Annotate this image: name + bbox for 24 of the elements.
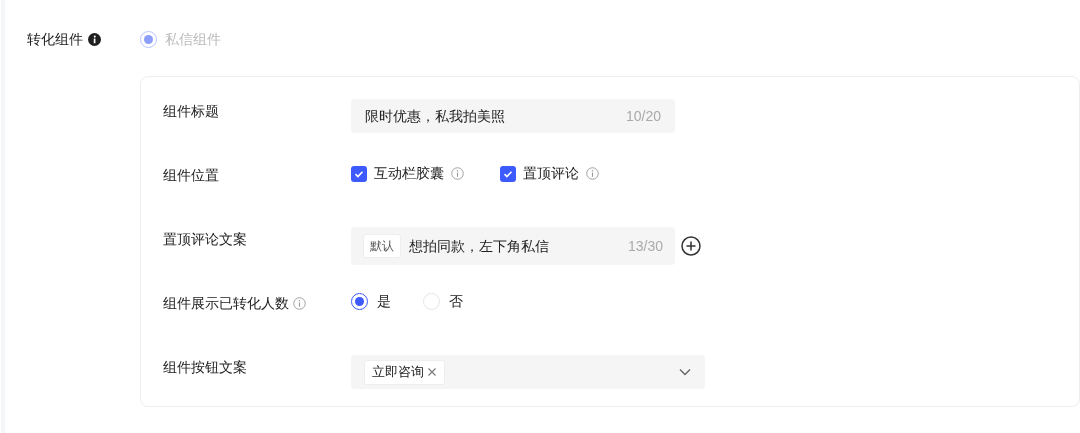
radio-label: 否 bbox=[449, 292, 463, 311]
field-label: 置顶评论文案 bbox=[163, 230, 247, 249]
close-icon[interactable] bbox=[427, 367, 437, 377]
info-icon bbox=[586, 167, 599, 180]
radio-label: 私信组件 bbox=[165, 30, 221, 49]
comment-input[interactable]: 默认 想拍同款，左下角私信 13/30 bbox=[351, 227, 675, 265]
field-label: 组件展示已转化人数 bbox=[163, 294, 289, 313]
field-label: 组件标题 bbox=[163, 102, 219, 121]
chevron-down-icon bbox=[679, 368, 691, 376]
checkbox-label: 互动栏胶囊 bbox=[374, 164, 444, 183]
field-label: 组件按钮文案 bbox=[163, 358, 247, 377]
checkbox-label: 置顶评论 bbox=[523, 164, 579, 183]
checkbox[interactable] bbox=[351, 165, 367, 182]
selected-tag[interactable]: 立即咨询 bbox=[364, 359, 445, 385]
radio-label: 是 bbox=[377, 292, 391, 311]
info-icon bbox=[88, 33, 101, 46]
section-label: 转化组件 bbox=[27, 30, 83, 49]
field-label: 组件位置 bbox=[163, 166, 219, 185]
checkbox[interactable] bbox=[500, 165, 516, 182]
info-icon bbox=[451, 167, 464, 180]
default-tag: 默认 bbox=[363, 234, 401, 258]
add-icon[interactable] bbox=[681, 236, 701, 256]
button-text-select[interactable]: 立即咨询 bbox=[351, 355, 705, 389]
title-input[interactable]: 限时优惠，私我拍美照 10/20 bbox=[351, 99, 675, 133]
